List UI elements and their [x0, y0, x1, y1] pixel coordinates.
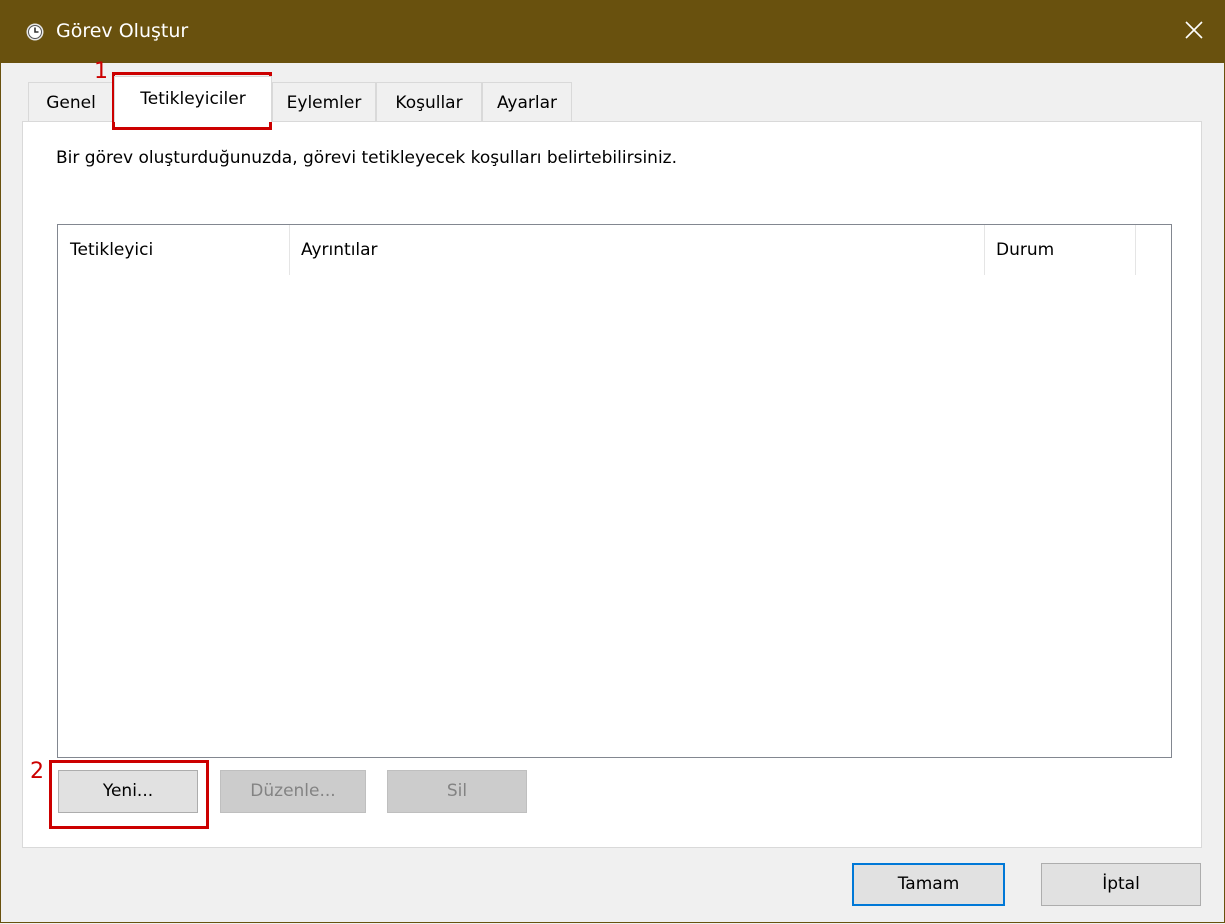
tab-eylemler[interactable]: Eylemler [272, 82, 376, 121]
delete-trigger-button[interactable]: Sil [387, 770, 527, 813]
clock-icon [26, 23, 44, 41]
annotation-number-1: 1 [94, 59, 108, 84]
cancel-button[interactable]: İptal [1041, 863, 1201, 906]
column-divider[interactable] [1135, 225, 1136, 275]
column-header-status[interactable]: Durum [996, 225, 1136, 275]
annotation-number-2: 2 [30, 759, 44, 784]
tab-tetikleyiciler[interactable]: Tetikleyiciler [114, 76, 272, 122]
column-header-details[interactable]: Ayrıntılar [301, 225, 981, 275]
window-title: Görev Oluştur [56, 20, 189, 42]
column-divider[interactable] [984, 225, 985, 275]
close-button[interactable] [1161, 0, 1225, 63]
column-header-trigger[interactable]: Tetikleyici [70, 225, 290, 275]
tab-ayarlar[interactable]: Ayarlar [482, 82, 572, 121]
tab-description: Bir görev oluşturduğunuzda, görevi tetik… [56, 148, 677, 168]
highlight-box-new-button [49, 760, 209, 829]
tab-kosullar[interactable]: Koşullar [376, 82, 482, 121]
ok-button[interactable]: Tamam [852, 863, 1005, 906]
title-bar: Görev Oluştur [0, 0, 1225, 63]
column-divider[interactable] [289, 225, 290, 275]
edit-trigger-button[interactable]: Düzenle... [220, 770, 366, 813]
trigger-list[interactable]: Tetikleyici Ayrıntılar Durum [57, 224, 1172, 758]
tab-genel[interactable]: Genel [28, 82, 114, 121]
close-icon [1185, 21, 1203, 39]
